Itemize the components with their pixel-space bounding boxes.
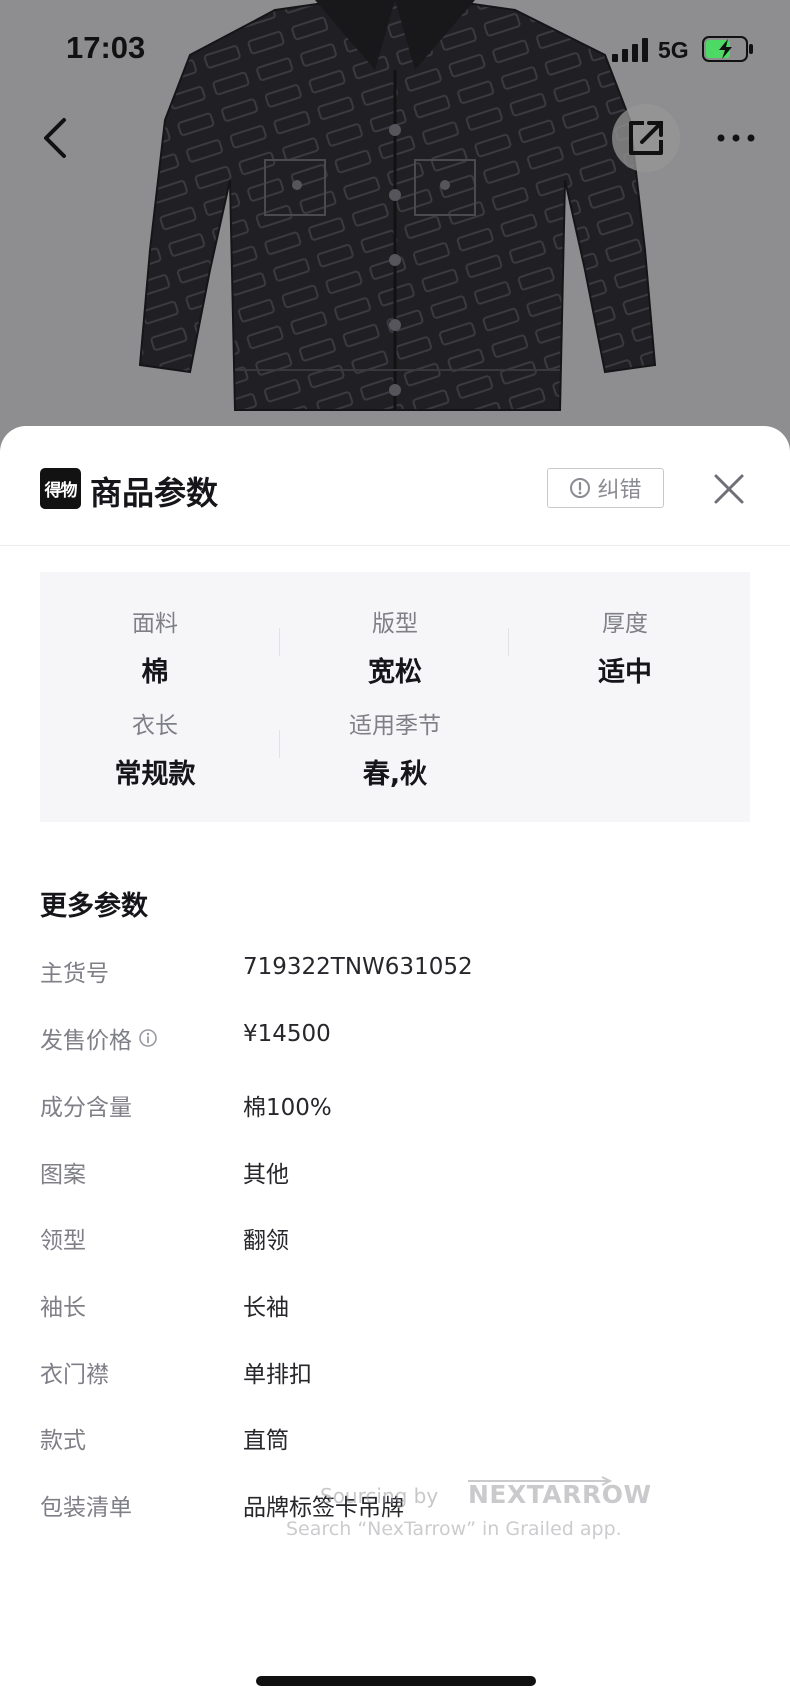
chevron-left-icon — [44, 118, 66, 158]
home-indicator[interactable] — [256, 1676, 536, 1686]
watermark-line2: Search “NexTarrow” in Grailed app. — [286, 1518, 622, 1540]
param-label: 成分含量 — [40, 1095, 132, 1121]
param-row: 主货号 719322TNW631052 — [40, 954, 750, 994]
watermark-line1: Sourcing by — [320, 1484, 439, 1508]
key-param-value: 宽松 — [368, 657, 422, 688]
param-label: 领型 — [40, 1228, 86, 1254]
param-label: 图案 — [40, 1162, 86, 1188]
param-value: 直筒 — [243, 1428, 289, 1454]
param-label-with-info: 发售价格 — [40, 1021, 158, 1055]
key-param-item: 面料 棉 — [40, 604, 270, 689]
param-label: 包装清单 — [40, 1495, 132, 1521]
key-param-label: 衣长 — [132, 713, 178, 739]
back-button[interactable] — [30, 108, 80, 168]
more-dots-icon — [717, 134, 755, 142]
status-bar: 17:03 5G — [0, 0, 790, 100]
param-label: 袖长 — [40, 1295, 86, 1321]
key-param-label: 面料 — [132, 611, 178, 637]
key-param-value: 适中 — [598, 657, 652, 688]
key-param-value: 常规款 — [114, 759, 196, 790]
network-type: 5G — [658, 37, 689, 63]
report-error-button[interactable]: 纠错 — [547, 468, 664, 508]
report-error-label: 纠错 — [597, 478, 642, 503]
param-label: 主货号 — [40, 961, 109, 987]
param-value: 长袖 — [243, 1295, 289, 1321]
brand-logo-text: 得物 — [44, 481, 78, 501]
close-icon[interactable] — [710, 470, 748, 508]
param-row: 款式 直筒 — [40, 1421, 750, 1461]
battery-charging-icon — [702, 36, 753, 62]
param-value: 单排扣 — [243, 1362, 312, 1388]
key-param-item: 衣长 常规款 — [40, 706, 270, 791]
param-label: 款式 — [40, 1428, 86, 1454]
divider — [508, 628, 509, 656]
param-value: 翻领 — [243, 1228, 289, 1254]
signal-icon — [612, 38, 648, 62]
key-param-item: 适用季节 春,秋 — [280, 706, 510, 791]
param-value: 其他 — [243, 1162, 289, 1188]
more-params-title: 更多参数 — [40, 891, 148, 922]
watermark: Sourcing by NEXTARROW Search “NexTarrow”… — [280, 1476, 651, 1544]
key-param-value: 春,秋 — [362, 759, 428, 790]
alert-circle-icon — [570, 478, 591, 498]
share-button[interactable] — [612, 104, 680, 172]
sheet-header: 得物 商品参数 纠错 — [0, 426, 790, 546]
param-row: 图案 其他 — [40, 1155, 750, 1195]
key-param-label: 厚度 — [602, 611, 648, 637]
key-param-value: 棉 — [141, 657, 169, 688]
external-share-icon — [629, 121, 663, 155]
key-param-label: 适用季节 — [349, 713, 441, 739]
key-param-item: 版型 宽松 — [280, 604, 510, 689]
sheet-title: 商品参数 — [90, 474, 219, 512]
param-row: 成分含量 棉100% — [40, 1088, 750, 1128]
param-row: 发售价格 ¥14500 — [40, 1021, 750, 1061]
param-label-text: 发售价格 — [40, 1028, 132, 1054]
status-time: 17:03 — [66, 30, 146, 65]
param-label: 衣门襟 — [40, 1362, 109, 1388]
key-param-item: 厚度 适中 — [510, 604, 740, 689]
param-value: 719322TNW631052 — [243, 954, 473, 980]
param-value: ¥14500 — [243, 1021, 331, 1047]
param-row: 衣门襟 单排扣 — [40, 1355, 750, 1395]
param-row: 袖长 长袖 — [40, 1288, 750, 1328]
param-value: 棉100% — [243, 1095, 332, 1121]
more-button[interactable] — [708, 118, 764, 158]
arrow-icon — [468, 1476, 613, 1486]
param-row: 领型 翻领 — [40, 1221, 750, 1261]
key-param-label: 版型 — [372, 611, 418, 637]
key-params-panel: 面料 棉 版型 宽松 厚度 适中 衣长 常规款 适用季节 春,秋 — [40, 572, 750, 822]
info-icon[interactable] — [138, 1028, 158, 1048]
brand-logo: 得物 — [40, 468, 81, 509]
